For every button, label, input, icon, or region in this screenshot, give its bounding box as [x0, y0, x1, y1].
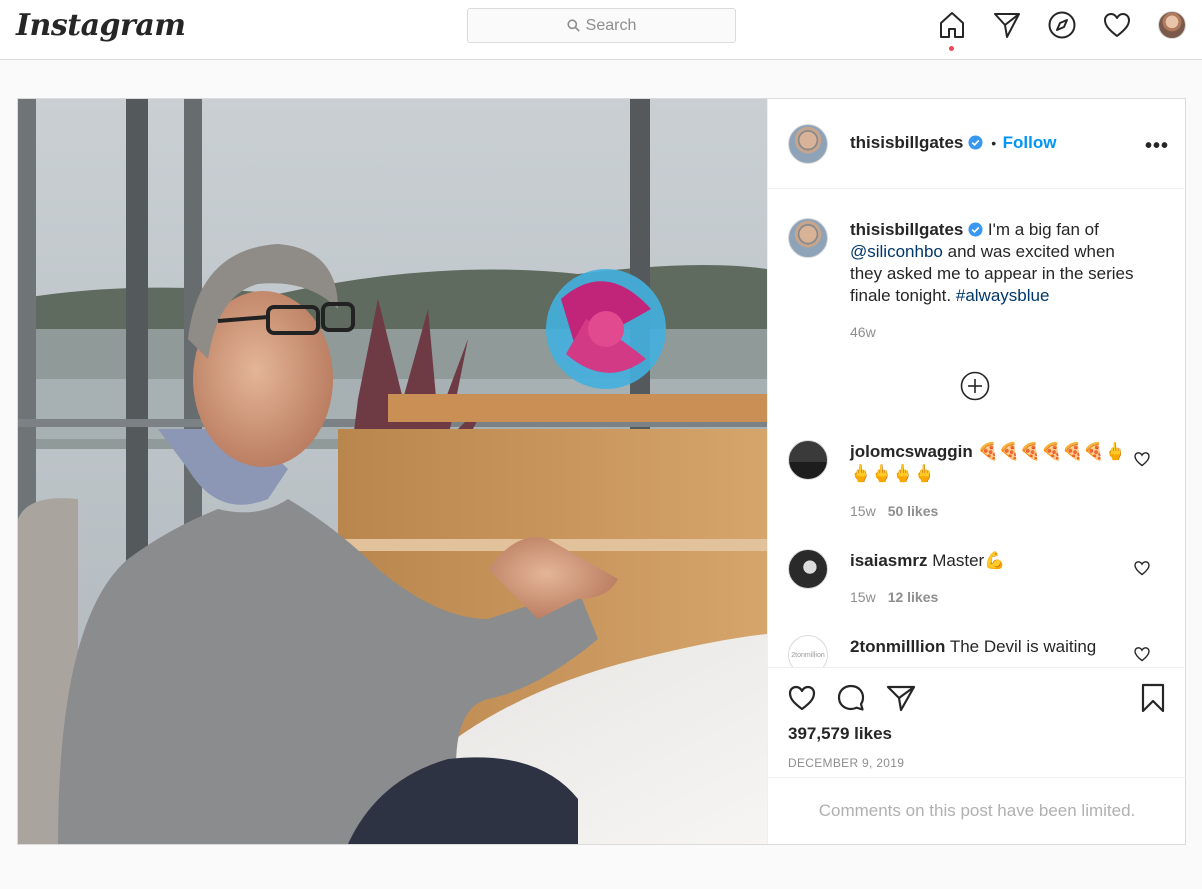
- like-heart-icon[interactable]: [786, 682, 818, 714]
- comment-2tonmilllion: 2tonmilllion The Devil is waiting: [850, 636, 1130, 658]
- follow-button[interactable]: Follow: [1003, 133, 1057, 152]
- author-row: thisisbillgates • Follow: [850, 133, 1056, 153]
- post-header: thisisbillgates • Follow •••: [768, 99, 1186, 189]
- compass-icon: [1048, 11, 1076, 39]
- post-sidebar: thisisbillgates • Follow ••• thisisbillg…: [767, 99, 1186, 844]
- post-caption: thisisbillgates I'm a big fan of @silico…: [850, 219, 1150, 307]
- post-actions: 397,579 likes DECEMBER 9, 2019: [768, 667, 1186, 777]
- caption-avatar[interactable]: [788, 218, 828, 258]
- home-button[interactable]: [937, 10, 967, 51]
- verified-badge-icon: [968, 135, 983, 150]
- comment-isaiasmrz: isaiasmrz Master💪: [850, 550, 1130, 572]
- verified-badge-icon: [968, 222, 983, 237]
- author-avatar[interactable]: [788, 124, 828, 164]
- comment-meta: 15w 50 likes: [850, 503, 938, 519]
- comment-avatar-isaiasmrz[interactable]: [788, 549, 828, 589]
- header-separator: •: [991, 135, 997, 151]
- comment-age[interactable]: 15w: [850, 589, 876, 605]
- search-input[interactable]: Search: [467, 8, 736, 43]
- comment-likes[interactable]: 12 likes: [888, 589, 939, 605]
- load-more-comments-icon[interactable]: [960, 371, 990, 401]
- direct-icon: [994, 13, 1020, 38]
- explore-button[interactable]: [1047, 10, 1077, 42]
- like-comment-heart-icon[interactable]: [1133, 645, 1151, 663]
- comment-username[interactable]: 2tonmilllion: [850, 637, 945, 656]
- caption-hashtag-link[interactable]: #alwaysblue: [956, 286, 1050, 305]
- instagram-logo[interactable]: Instagram: [16, 8, 186, 43]
- comment-username[interactable]: jolomcswaggin: [850, 442, 973, 461]
- profile-avatar[interactable]: [1158, 11, 1186, 39]
- like-comment-heart-icon[interactable]: [1133, 559, 1151, 577]
- caption-mention-link[interactable]: @siliconhbo: [850, 242, 943, 261]
- comment-likes[interactable]: 50 likes: [888, 503, 939, 519]
- post-date[interactable]: DECEMBER 9, 2019: [788, 756, 904, 770]
- like-count[interactable]: 397,579 likes: [788, 724, 892, 744]
- author-username[interactable]: thisisbillgates: [850, 133, 963, 152]
- caption-text-1: I'm a big fan of: [987, 220, 1099, 239]
- like-comment-heart-icon[interactable]: [1133, 450, 1151, 468]
- post-image: [18, 99, 767, 844]
- comment-avatar-2tonmilllion[interactable]: 2tonmillion: [788, 635, 828, 667]
- search-placeholder: Search: [585, 16, 637, 34]
- share-icon[interactable]: [885, 682, 917, 714]
- home-icon: [940, 12, 964, 38]
- comments-limited-notice: Comments on this post have been limited.: [768, 777, 1186, 844]
- comment-jolomcswaggin: jolomcswaggin 🍕🍕🍕🍕🍕🍕🖕🖕🖕🖕🖕: [850, 441, 1130, 485]
- comment-text: The Devil is waiting: [949, 637, 1097, 656]
- active-indicator-dot: [949, 46, 954, 51]
- caption-age[interactable]: 46w: [850, 324, 876, 340]
- caption-username[interactable]: thisisbillgates: [850, 220, 963, 239]
- comment-bubble-icon[interactable]: [835, 682, 867, 714]
- comment-clip-area: 2tonmillion 2tonmilllion The Devil is wa…: [768, 629, 1186, 667]
- comment-text: Master💪: [932, 551, 1006, 570]
- comment-avatar-jolomcswaggin[interactable]: [788, 440, 828, 480]
- comment-meta: 15w 12 likes: [850, 589, 938, 605]
- post-card: thisisbillgates • Follow ••• thisisbillg…: [17, 98, 1186, 845]
- more-options-icon[interactable]: •••: [1145, 135, 1169, 158]
- comment-age[interactable]: 15w: [850, 503, 876, 519]
- save-bookmark-icon[interactable]: [1137, 682, 1169, 714]
- search-icon: [567, 19, 580, 32]
- post-photo[interactable]: [18, 99, 767, 844]
- heart-icon: [1104, 13, 1130, 37]
- activity-button[interactable]: [1102, 10, 1132, 42]
- top-navigation-bar: Instagram Search: [0, 0, 1202, 60]
- direct-button[interactable]: [992, 10, 1022, 42]
- comment-username[interactable]: isaiasmrz: [850, 551, 928, 570]
